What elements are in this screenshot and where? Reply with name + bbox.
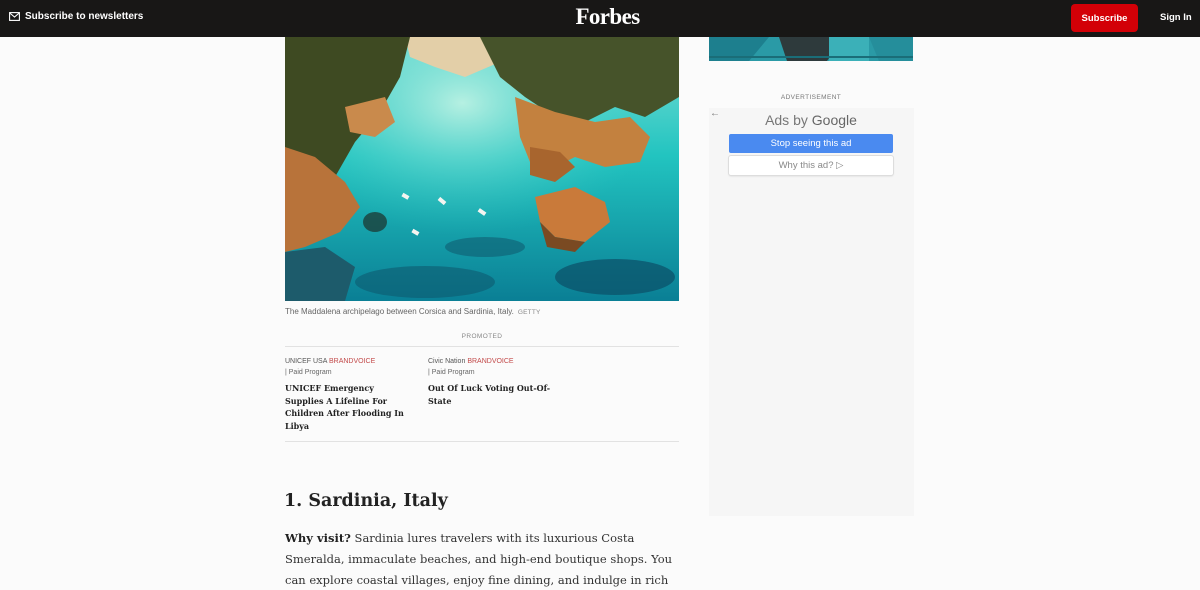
promo-source: Civic Nation BRANDVOICE [428,357,553,367]
promoted-item-civic-nation[interactable]: Civic Nation BRANDVOICE | Paid Program O… [428,357,553,407]
promo-title[interactable]: UNICEF Emergency Supplies A Lifeline For… [285,382,410,432]
brandvoice-label: BRANDVOICE [467,358,514,365]
hero-caption: The Maddalena archipelago between Corsic… [285,307,541,316]
paid-program-label: | Paid Program [428,369,475,376]
ad-banner-image[interactable] [709,37,913,61]
google-label: Google [811,112,857,128]
ad-image [709,37,913,61]
ads-by-google: Ads by Google [709,112,913,128]
aerial-coast-photo [285,37,679,301]
article-paragraph: Why visit? Sardinia lures travelers with… [285,528,680,590]
stop-seeing-ad-button[interactable]: Stop seeing this ad [729,134,893,153]
promo-title[interactable]: Out Of Luck Voting Out-Of-State [428,382,553,407]
lead-in: Why visit? [285,531,351,545]
brandvoice-label: BRANDVOICE [328,358,376,365]
envelope-icon [9,12,20,21]
section-heading: 1. Sardinia, Italy [284,491,448,511]
divider [285,441,679,442]
caption-text: The Maddalena archipelago between Corsic… [285,307,514,316]
hero-image [285,37,679,301]
photo-credit: GETTY [517,309,541,316]
newsletter-label: Subscribe to newsletters [25,11,144,22]
sign-in-link[interactable]: Sign In [1160,12,1192,23]
subscribe-button[interactable]: Subscribe [1071,4,1138,32]
advertisement-label: ADVERTISEMENT [780,94,842,101]
promo-source-name: UNICEF USA [285,358,328,365]
ads-by-label: Ads by [765,112,808,128]
paid-program-label: | Paid Program [285,369,332,376]
promo-source: UNICEF USA BRANDVOICE [285,357,410,367]
forbes-logo[interactable]: Forbes [570,4,645,30]
promo-source-name: Civic Nation [428,358,466,365]
promoted-item-unicef[interactable]: UNICEF USA BRANDVOICE | Paid Program UNI… [285,357,410,432]
top-navbar: Subscribe to newsletters Forbes Subscrib… [0,0,1200,37]
subscribe-newsletters-link[interactable]: Subscribe to newsletters [9,11,143,22]
why-this-ad-button[interactable]: Why this ad? ▷ [729,156,893,175]
promoted-label: PROMOTED [461,333,503,340]
divider [285,346,679,347]
